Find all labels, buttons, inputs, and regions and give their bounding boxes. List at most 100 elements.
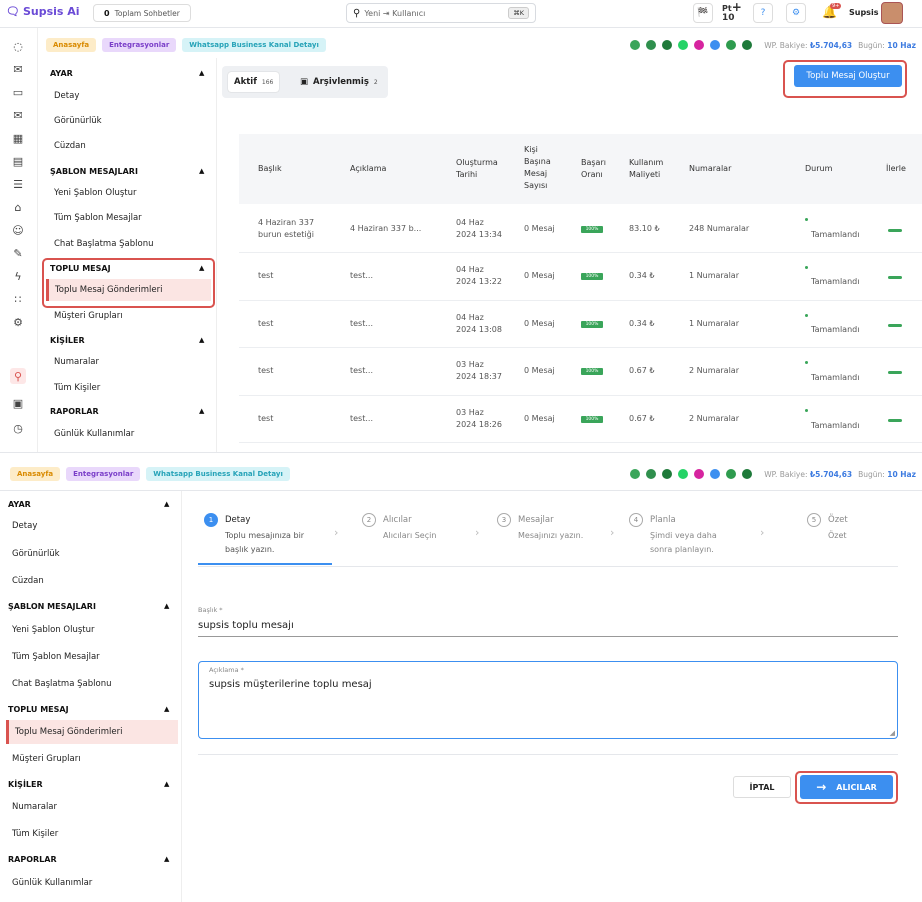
chevron-up-icon[interactable]: ▲ bbox=[199, 264, 204, 272]
chevron-up-icon[interactable]: ▲ bbox=[164, 855, 169, 863]
table-row-title[interactable]: test bbox=[258, 413, 273, 425]
telegram-icon[interactable] bbox=[662, 469, 673, 479]
col-header-kisi-mesaj[interactable]: Kişi Başına Mesaj Sayısı bbox=[524, 144, 551, 192]
points-badge[interactable]: Pt+ 10 bbox=[722, 1, 742, 23]
billing-icon[interactable]: ▣ bbox=[10, 395, 26, 411]
breadcrumb-channel-detail[interactable]: Whatsapp Business Kanal Detayı bbox=[146, 467, 290, 481]
menu-item-gorunurluk[interactable]: Görünürlük bbox=[12, 549, 60, 559]
table-row-title[interactable]: 4 Haziran 337 burun estetiği bbox=[258, 217, 314, 241]
telegram-icon[interactable] bbox=[662, 40, 673, 50]
bolt-icon[interactable]: ϟ bbox=[10, 268, 26, 284]
chevron-up-icon[interactable]: ▲ bbox=[164, 780, 169, 788]
col-header-numaralar[interactable]: Numaralar bbox=[689, 163, 731, 175]
menu-heading-ayar[interactable]: AYAR bbox=[8, 500, 31, 509]
col-header-ilerleme[interactable]: İlerle bbox=[886, 163, 922, 175]
menu-heading-toplu[interactable]: TOPLU MESAJ bbox=[50, 264, 111, 273]
share-icon[interactable]: ⚲ bbox=[10, 368, 26, 384]
menu-heading-ayar[interactable]: AYAR bbox=[50, 69, 73, 78]
total-chats-chip[interactable]: 0 Toplam Sohbetler bbox=[93, 4, 191, 22]
cancel-button[interactable]: İPTAL bbox=[733, 776, 791, 798]
users-icon[interactable]: ☺ bbox=[10, 222, 26, 238]
menu-item-detay[interactable]: Detay bbox=[54, 91, 79, 101]
menu-item-musteri-gruplari[interactable]: Müşteri Grupları bbox=[54, 311, 123, 321]
menu-heading-kisiler[interactable]: KİŞİLER bbox=[8, 780, 43, 789]
menu-item-gorunurluk[interactable]: Görünürlük bbox=[54, 116, 102, 126]
web-icon[interactable] bbox=[742, 469, 753, 479]
table-row-numbers[interactable]: 248 Numaralar bbox=[689, 223, 749, 235]
step-5-number[interactable]: 5 bbox=[807, 513, 821, 527]
menu-item-numaralar[interactable]: Numaralar bbox=[12, 802, 57, 812]
col-header-durum[interactable]: Durum bbox=[805, 163, 832, 175]
bot-icon[interactable] bbox=[630, 40, 641, 50]
search-input[interactable]: ⚲ Yeni ⇥ Kullanıcı ⌘K bbox=[346, 3, 536, 23]
flag-icon[interactable]: 🏁 bbox=[693, 3, 713, 23]
instagram-icon[interactable] bbox=[694, 40, 705, 50]
menu-item-gunluk[interactable]: Günlük Kullanımlar bbox=[12, 878, 92, 888]
table-row-title[interactable]: test bbox=[258, 270, 273, 282]
menu-heading-sablon[interactable]: ŞABLON MESAJLARI bbox=[8, 602, 96, 611]
step-1-number[interactable]: 1 bbox=[204, 513, 218, 527]
table-row-numbers[interactable]: 2 Numaralar bbox=[689, 365, 739, 377]
col-header-maliyet[interactable]: Kullanım Maliyeti bbox=[629, 157, 663, 181]
step-4-title[interactable]: Planla bbox=[650, 515, 676, 525]
menu-item-toplu-gonderim[interactable]: Toplu Mesaj Gönderimleri bbox=[46, 279, 211, 301]
next-recipients-button[interactable]: → ALICILAR bbox=[800, 775, 893, 799]
whatsapp-icon[interactable] bbox=[678, 40, 689, 50]
menu-item-chat-baslatma[interactable]: Chat Başlatma Şablonu bbox=[54, 239, 153, 249]
menu-heading-sablon[interactable]: ŞABLON MESAJLARI bbox=[50, 167, 138, 176]
clock-icon[interactable]: ◷ bbox=[10, 420, 26, 436]
menu-item-detay[interactable]: Detay bbox=[12, 521, 37, 531]
tab-active[interactable]: Aktif 166 bbox=[228, 72, 280, 92]
resize-handle-icon[interactable]: ◢ bbox=[890, 729, 895, 737]
wifi-icon[interactable] bbox=[646, 469, 657, 479]
chevron-up-icon[interactable]: ▲ bbox=[199, 336, 204, 344]
menu-item-yeni-sablon[interactable]: Yeni Şablon Oluştur bbox=[54, 188, 136, 198]
tab-archived[interactable]: ▣ Arşivlenmiş 2 bbox=[294, 72, 384, 92]
chevron-up-icon[interactable]: ▲ bbox=[199, 407, 204, 415]
web-icon[interactable] bbox=[742, 40, 753, 50]
menu-item-cuzdan[interactable]: Cüzdan bbox=[54, 141, 86, 151]
gear-icon[interactable]: ⚙ bbox=[10, 314, 26, 330]
menu-heading-raporlar[interactable]: RAPORLAR bbox=[8, 855, 57, 864]
breadcrumb-home[interactable]: Anasayfa bbox=[46, 38, 97, 52]
bot-icon[interactable] bbox=[630, 469, 641, 479]
username[interactable]: Supsis bbox=[849, 8, 878, 17]
menu-item-toplu-gonderim[interactable]: Toplu Mesaj Gönderimleri bbox=[6, 720, 178, 744]
step-4-number[interactable]: 4 bbox=[629, 513, 643, 527]
contact-card-icon[interactable]: ▭ bbox=[10, 84, 26, 100]
breadcrumb-integrations[interactable]: Entegrasyonlar bbox=[102, 38, 177, 52]
menu-heading-raporlar[interactable]: RAPORLAR bbox=[50, 407, 99, 416]
menu-item-musteri-gruplari[interactable]: Müşteri Grupları bbox=[12, 754, 81, 764]
chevron-up-icon[interactable]: ▲ bbox=[164, 602, 169, 610]
breadcrumb-integrations[interactable]: Entegrasyonlar bbox=[66, 467, 141, 481]
sms-icon[interactable] bbox=[726, 40, 737, 50]
store-icon[interactable]: ⌂ bbox=[10, 199, 26, 215]
messenger-icon[interactable] bbox=[710, 40, 721, 50]
menu-item-tum-sablon[interactable]: Tüm Şablon Mesajlar bbox=[12, 652, 100, 662]
pen-icon[interactable]: ✎ bbox=[10, 245, 26, 261]
table-row-numbers[interactable]: 1 Numaralar bbox=[689, 318, 739, 330]
menu-item-tum-kisiler[interactable]: Tüm Kişiler bbox=[54, 383, 100, 393]
title-field[interactable]: supsis toplu mesajı bbox=[198, 620, 294, 631]
menu-heading-kisiler[interactable]: KİŞİLER bbox=[50, 336, 85, 345]
help-icon[interactable]: ? bbox=[753, 3, 773, 23]
chevron-up-icon[interactable]: ▲ bbox=[199, 69, 204, 77]
messenger-icon[interactable] bbox=[710, 469, 721, 479]
table-row-title[interactable]: test bbox=[258, 318, 273, 330]
wifi-icon[interactable] bbox=[646, 40, 657, 50]
table-row-title[interactable]: test bbox=[258, 365, 273, 377]
apps-grid-icon[interactable]: ∷ bbox=[10, 291, 26, 307]
avatar[interactable] bbox=[881, 2, 903, 24]
settings-gear-icon[interactable]: ⚙ bbox=[786, 3, 806, 23]
col-header-tarih[interactable]: Oluşturma Tarihi bbox=[456, 157, 498, 181]
instagram-icon[interactable] bbox=[694, 469, 705, 479]
col-header-aciklama[interactable]: Açıklama bbox=[350, 163, 386, 175]
breadcrumb-home[interactable]: Anasayfa bbox=[10, 467, 61, 481]
menu-item-numaralar[interactable]: Numaralar bbox=[54, 357, 99, 367]
list-icon[interactable]: ☰ bbox=[10, 176, 26, 192]
step-2-title[interactable]: Alıcılar bbox=[383, 515, 412, 525]
chevron-up-icon[interactable]: ▲ bbox=[164, 705, 169, 713]
step-1-title[interactable]: Detay bbox=[225, 515, 250, 525]
mail-icon[interactable]: ✉ bbox=[10, 107, 26, 123]
chat-icon[interactable]: ◌ bbox=[10, 38, 26, 54]
